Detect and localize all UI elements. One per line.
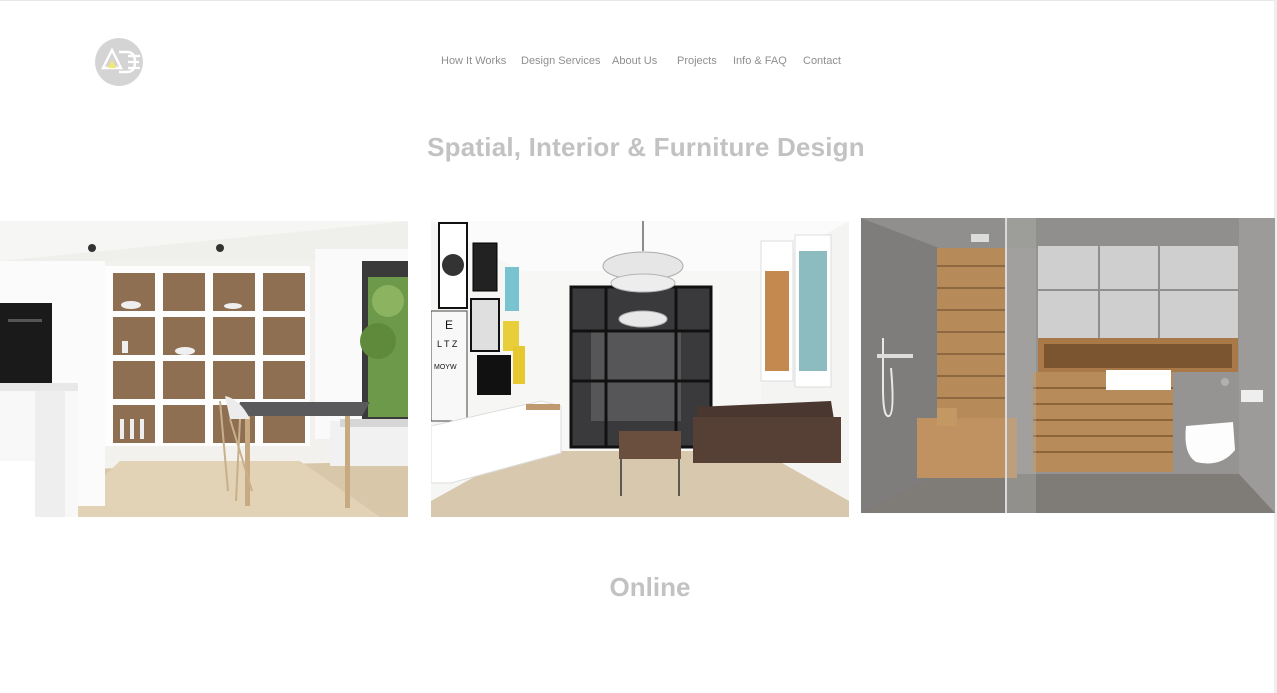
bathroom-photo xyxy=(861,218,1275,513)
ade-logo[interactable] xyxy=(95,38,143,86)
nav-design-services[interactable]: Design Services xyxy=(521,55,600,67)
gallery-image-kitchen[interactable] xyxy=(0,221,408,517)
svg-text:E: E xyxy=(445,318,453,332)
nav-contact[interactable]: Contact xyxy=(803,55,841,67)
nav-how-it-works[interactable]: How It Works xyxy=(441,55,506,67)
nav-projects[interactable]: Projects xyxy=(677,55,717,67)
kitchen-dining-photo xyxy=(0,221,408,517)
gallery-image-living-room[interactable]: E L T Z MOYW xyxy=(431,221,849,517)
svg-text:MOYW: MOYW xyxy=(434,364,457,371)
ade-logo-icon xyxy=(96,39,142,85)
living-room-photo: E L T Z MOYW xyxy=(431,221,849,517)
svg-text:L T Z: L T Z xyxy=(437,339,458,349)
section-title: Online xyxy=(609,572,691,602)
nav-about-us[interactable]: About Us xyxy=(612,55,657,67)
header-divider xyxy=(0,0,1277,1)
page-title: Spatial, Interior & Furniture Design xyxy=(427,132,865,162)
gallery-image-bathroom[interactable] xyxy=(861,218,1275,513)
nav-info-faq[interactable]: Info & FAQ xyxy=(733,55,787,67)
